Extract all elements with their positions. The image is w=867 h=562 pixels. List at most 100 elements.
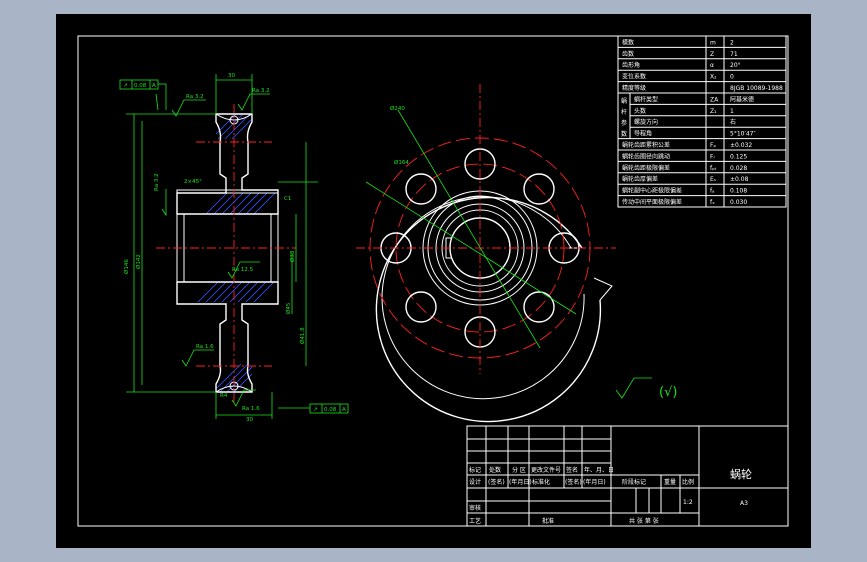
tb-scale-value: 1:2 <box>683 499 693 506</box>
param-symbol: fₐ <box>710 188 714 195</box>
param-value: 右 <box>730 118 736 126</box>
tb-stage: 阶段标记 <box>622 478 646 486</box>
param-symbol: ZA <box>710 96 719 103</box>
dim-circle-1: Ø240 <box>390 105 405 112</box>
outer-rim <box>375 196 602 423</box>
param-value: 1 <box>730 108 734 115</box>
dim-bottom: 30 <box>246 417 253 423</box>
param-value: 0.028 <box>730 165 747 172</box>
dim-keyway: Ø41.8 <box>299 327 306 344</box>
tol-symbol-bottom: ↗ <box>313 407 318 413</box>
param-symbol: Z₁ <box>710 108 717 115</box>
param-name: 传动中间平面极限偏差 <box>622 198 682 206</box>
tb-header-mark: 标记 <box>469 466 481 474</box>
param-symbol: Fₚ <box>710 142 716 149</box>
param-name: 齿形角 <box>622 61 640 69</box>
tb-header-count: 处数 <box>489 466 501 474</box>
param-value: ±0.08 <box>730 176 749 183</box>
param-symbol: X₂ <box>710 74 717 81</box>
param-symbol: fₚₜ <box>710 165 717 172</box>
tb-header-sign: 签名 <box>566 466 578 474</box>
param-symbol: Z <box>710 51 714 58</box>
param-name: 变位系数 <box>622 73 646 81</box>
dim-width: 30 <box>228 73 235 79</box>
param-value: ±0.032 <box>730 142 752 149</box>
tb-header-zone: 分 区 <box>512 466 526 474</box>
param-name: 蜗轮副中心距极限偏差 <box>622 187 682 195</box>
param-value: 2 <box>730 39 734 46</box>
tb-standard-sign: (签名) <box>565 478 582 486</box>
param-value: 阿基米德 <box>730 95 754 103</box>
param-name: 螺旋方向 <box>634 118 658 126</box>
dim-outer-dia: Ø146 <box>123 259 130 274</box>
dim-chamfer-left: 2×45° <box>184 179 202 185</box>
drawing-viewport[interactable]: 模数 m 2 齿数 Z 71 齿形角 α 20° 变位系数 X₂ 0 精度等级 8JGB 10089-19… <box>56 14 811 548</box>
param-name: 蜗轮齿圈径向跳动 <box>622 152 670 160</box>
param-value: 0.108 <box>730 188 747 195</box>
param-group-label: 蜗 <box>621 97 627 105</box>
roughness-label: Ra 12.5 <box>232 267 254 273</box>
tb-sheet-info: 共 张 第 张 <box>629 517 659 525</box>
param-group-label: 参 <box>621 119 627 127</box>
tb-sheet-size: A3 <box>740 500 748 507</box>
tb-review: 审核 <box>469 504 481 512</box>
general-roughness-note: (√) <box>615 377 677 400</box>
tb-scale: 比例 <box>682 478 694 486</box>
roughness-note-text: (√) <box>659 385 677 400</box>
param-symbol: Fᵣ <box>710 153 715 160</box>
front-view: Ø240 Ø164 <box>356 84 616 423</box>
param-symbol: m <box>710 39 716 46</box>
param-value: 0.030 <box>730 199 747 206</box>
tb-header-docno: 更改文件号 <box>531 466 561 474</box>
param-name: 导程角 <box>634 130 652 138</box>
tb-design-date: (年月日) <box>509 478 532 486</box>
param-value: 8JGB 10089-1988 <box>730 85 783 92</box>
section-view: ↗ 0.08 A ↗ 0.08 A Ra 3.2 Ra 3.2 Ra 3.2 R… <box>119 73 349 423</box>
tb-design: 设计 <box>469 478 481 486</box>
param-name: 蜗轮齿厚偏差 <box>622 175 658 183</box>
dim-hub: Ø45 <box>285 302 292 314</box>
tb-weight: 重量 <box>664 478 676 486</box>
title-block: 标记 处数 分 区 更改文件号 签名 年、月、日 设计 (签名) (年月日) 标… <box>466 425 789 527</box>
param-name: 蜗轮齿距累积公差 <box>622 141 670 149</box>
roughness-label: Ra 3.2 <box>186 94 204 100</box>
param-value: 0.125 <box>730 153 747 160</box>
tol-symbol: ↗ <box>123 83 128 89</box>
param-name: 精度等级 <box>622 84 646 92</box>
cad-drawing: 模数 m 2 齿数 Z 71 齿形角 α 20° 变位系数 X₂ 0 精度等级 8JGB 10089-19… <box>77 35 789 527</box>
tb-part-name: 蜗轮 <box>730 467 752 481</box>
tol-datum-bottom: A <box>342 407 346 413</box>
param-value: 71 <box>730 51 738 58</box>
param-name: 蜗杆类型 <box>634 95 658 103</box>
tol-datum: A <box>152 83 156 89</box>
section-lower-outline <box>176 281 279 393</box>
param-name: 头数 <box>634 107 646 115</box>
parameter-table: 模数 m 2 齿数 Z 71 齿形角 α 20° 变位系数 X₂ 0 精度等级 8JGB 10089-19… <box>617 35 787 208</box>
dim-bore: Ø38 <box>289 250 296 262</box>
tb-standard-date: (年月日) <box>583 478 606 486</box>
param-name: 蜗轮齿距极限偏差 <box>622 164 670 172</box>
roughness-label: Ra 3.2 <box>252 88 270 94</box>
dim-chamfer: C1 <box>284 196 291 202</box>
tol-value: 0.08 <box>134 83 147 89</box>
param-value: 20° <box>730 62 741 69</box>
param-symbol: α <box>710 62 714 69</box>
dim-circle-2: Ø164 <box>394 159 409 166</box>
dim-radius: R4 <box>220 393 228 399</box>
roughness-label: Ra 1.6 <box>242 406 260 412</box>
dim-ref-dia: Ø142 <box>135 254 142 269</box>
roughness-label: Ra 3.2 <box>154 173 160 191</box>
tolerance-frame-bottom: ↗ 0.08 A <box>278 403 349 414</box>
tolerance-frame-top: ↗ 0.08 A <box>119 79 167 110</box>
param-symbol: fₓ <box>710 199 715 206</box>
tb-process: 工艺 <box>469 517 481 525</box>
param-symbol: Eₛ <box>710 176 716 183</box>
param-group-label: 数 <box>621 130 627 138</box>
tol-value-bottom: 0.08 <box>324 407 337 413</box>
param-value: 0 <box>730 74 734 81</box>
tb-header-date: 年、月、日 <box>584 466 614 474</box>
tb-approve: 批准 <box>542 517 554 525</box>
roughness-label: Ra 1.6 <box>196 344 214 350</box>
tb-standard: 标准化 <box>532 478 550 486</box>
param-group-label: 杆 <box>621 108 627 116</box>
